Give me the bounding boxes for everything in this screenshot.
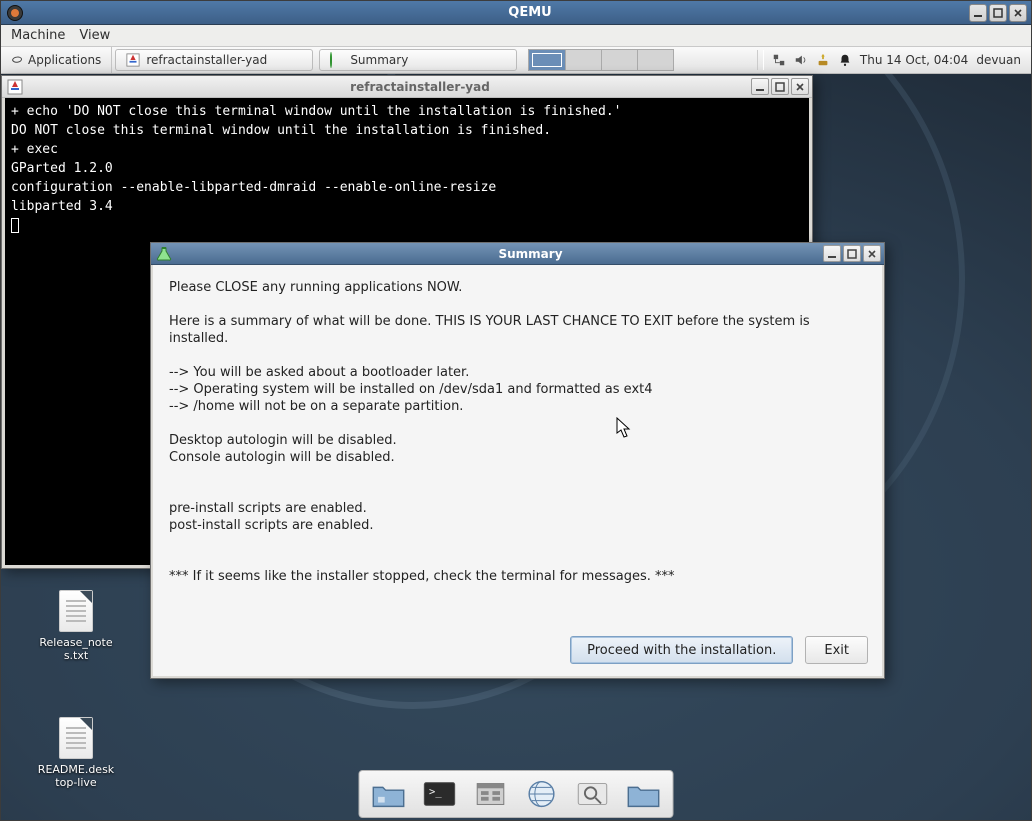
taskbar-button-installer[interactable]: refractainstaller-yad xyxy=(115,49,313,71)
window-close-button[interactable] xyxy=(863,245,881,262)
volume-icon[interactable] xyxy=(794,53,808,67)
dock-terminal[interactable]: >_ xyxy=(417,774,463,814)
tray-separator xyxy=(757,50,764,70)
dock-folder[interactable] xyxy=(621,774,667,814)
dock-web-browser[interactable] xyxy=(519,774,565,814)
bottom-dock: >_ xyxy=(359,770,674,818)
summary-dialog[interactable]: Summary Please CLOSE any running applica… xyxy=(150,242,885,679)
network-icon[interactable] xyxy=(772,53,786,67)
applications-label: Applications xyxy=(28,53,101,67)
qemu-maximize-button[interactable] xyxy=(989,4,1007,22)
window-minimize-button[interactable] xyxy=(823,245,841,262)
panel-clock[interactable]: Thu 14 Oct, 04:04 xyxy=(860,53,968,67)
terminal-cursor xyxy=(11,218,19,233)
window-minimize-button[interactable] xyxy=(751,78,769,95)
guest-panel: Applications refractainstaller-yad Summa… xyxy=(1,47,1031,74)
applications-menu-button[interactable]: Applications xyxy=(1,47,112,73)
proceed-button[interactable]: Proceed with the installation. xyxy=(570,636,793,664)
dialog-button-row: Proceed with the installation. Exit xyxy=(153,626,882,676)
terminal-title: refractainstaller-yad xyxy=(28,80,812,94)
desktop-icon-label: README.desk top-live xyxy=(33,763,119,789)
text-file-icon xyxy=(59,590,93,632)
svg-text:>_: >_ xyxy=(429,786,442,798)
qemu-menu-machine[interactable]: Machine xyxy=(11,28,65,43)
update-icon[interactable] xyxy=(816,53,830,67)
dock-file-manager[interactable] xyxy=(468,774,514,814)
desktop-icon-label: Release_note s.txt xyxy=(33,636,119,662)
workspace-3[interactable] xyxy=(601,50,637,70)
qemu-icon xyxy=(7,5,23,21)
workspace-4[interactable] xyxy=(637,50,673,70)
taskbar-button-summary[interactable]: Summary xyxy=(319,49,517,71)
workspace-1[interactable] xyxy=(529,50,565,70)
workspace-2[interactable] xyxy=(565,50,601,70)
dialog-titlebar[interactable]: Summary xyxy=(151,243,884,265)
qemu-menubar: Machine View xyxy=(1,25,1031,47)
desktop-icon-readme[interactable]: README.desk top-live xyxy=(33,717,119,789)
window-maximize-button[interactable] xyxy=(843,245,861,262)
dock-search[interactable] xyxy=(570,774,616,814)
qemu-menu-view[interactable]: View xyxy=(79,28,110,43)
qemu-content: Applications refractainstaller-yad Summa… xyxy=(1,47,1031,820)
terminal-output: + echo 'DO NOT close this terminal windo… xyxy=(11,104,621,214)
green-dot-icon xyxy=(330,53,344,67)
workspace-pager[interactable] xyxy=(528,49,674,71)
taskbar-label: refractainstaller-yad xyxy=(146,53,267,67)
flask-icon xyxy=(156,246,172,262)
installer-icon xyxy=(7,79,23,95)
qemu-titlebar: QEMU xyxy=(1,1,1031,25)
devuan-logo-icon xyxy=(11,54,23,66)
window-close-button[interactable] xyxy=(791,78,809,95)
dialog-text: Please CLOSE any running applications NO… xyxy=(153,265,882,626)
panel-user[interactable]: devuan xyxy=(976,53,1021,67)
taskbar-label: Summary xyxy=(350,53,408,67)
system-tray: Thu 14 Oct, 04:04 devuan xyxy=(747,50,1031,70)
terminal-titlebar[interactable]: refractainstaller-yad xyxy=(2,76,812,98)
qemu-close-button[interactable] xyxy=(1009,4,1027,22)
qemu-minimize-button[interactable] xyxy=(969,4,987,22)
notification-bell-icon[interactable] xyxy=(838,53,852,67)
installer-icon xyxy=(126,53,140,67)
desktop-icon-release-notes[interactable]: Release_note s.txt xyxy=(33,590,119,662)
exit-button[interactable]: Exit xyxy=(805,636,868,664)
qemu-window: QEMU Machine View Applications refrac xyxy=(0,0,1032,821)
dock-files[interactable] xyxy=(366,774,412,814)
dialog-title: Summary xyxy=(177,247,884,261)
text-file-icon xyxy=(59,717,93,759)
guest-desktop[interactable]: Applications refractainstaller-yad Summa… xyxy=(1,47,1031,820)
qemu-window-title: QEMU xyxy=(29,5,1031,20)
window-maximize-button[interactable] xyxy=(771,78,789,95)
dialog-body: Please CLOSE any running applications NO… xyxy=(153,265,882,676)
